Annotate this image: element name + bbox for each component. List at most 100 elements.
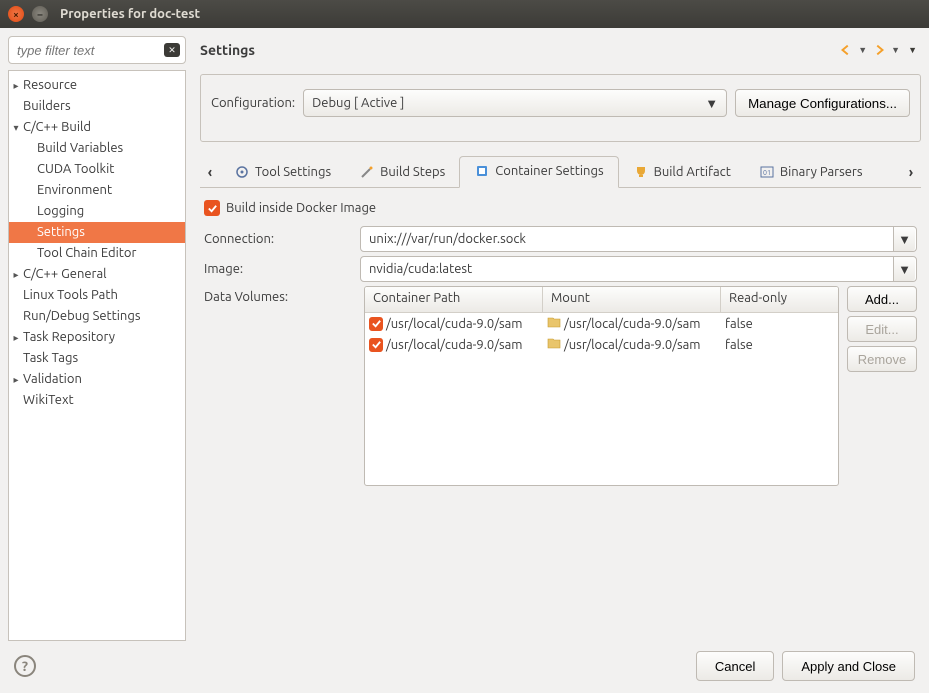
tabs-scroll-left[interactable]: ‹ (200, 164, 220, 180)
cell-container-path: /usr/local/cuda-9.0/sam (386, 338, 523, 352)
container-icon (474, 163, 490, 179)
configuration-select[interactable]: Debug [ Active ] ▼ (303, 89, 727, 117)
tree-item-label: Run/Debug Settings (23, 309, 140, 323)
build-inside-docker-label: Build inside Docker Image (226, 201, 376, 215)
clear-filter-icon[interactable]: ✕ (164, 43, 180, 57)
tree-arrow-icon[interactable]: ▸ (9, 327, 23, 348)
cancel-button[interactable]: Cancel (696, 651, 774, 681)
window-close-button[interactable]: × (8, 6, 24, 22)
add-button[interactable]: Add... (847, 286, 917, 312)
tree-item-settings[interactable]: Settings (9, 222, 185, 243)
chevron-down-icon: ▼ (893, 227, 915, 251)
tree-item-label: Builders (23, 99, 71, 113)
tree-item-label: Task Tags (23, 351, 78, 365)
settings-tree[interactable]: ▸ResourceBuilders▾C/C++ BuildBuild Varia… (8, 70, 186, 641)
tab-tool-settings[interactable]: Tool Settings (220, 158, 345, 188)
help-icon[interactable]: ? (14, 655, 36, 677)
sidebar: ✕ ▸ResourceBuilders▾C/C++ BuildBuild Var… (8, 36, 186, 641)
chevron-down-icon: ▼ (893, 257, 915, 281)
tree-item-label: Build Variables (37, 141, 123, 155)
tree-item-builders[interactable]: Builders (9, 96, 185, 117)
cell-readonly: false (725, 338, 753, 352)
manage-configurations-button[interactable]: Manage Configurations... (735, 89, 910, 117)
tree-item-wikitext[interactable]: WikiText (9, 390, 185, 411)
tree-item-task-tags[interactable]: Task Tags (9, 348, 185, 369)
tree-item-c-c-general[interactable]: ▸C/C++ General (9, 264, 185, 285)
table-row[interactable]: /usr/local/cuda-9.0/sam/usr/local/cuda-9… (365, 313, 838, 334)
tree-item-task-repository[interactable]: ▸Task Repository (9, 327, 185, 348)
view-menu[interactable]: ▼ (908, 45, 917, 55)
tree-item-label: Validation (23, 372, 82, 386)
tree-item-label: Environment (37, 183, 112, 197)
tree-item-linux-tools-path[interactable]: Linux Tools Path (9, 285, 185, 306)
configuration-panel: Configuration: Debug [ Active ] ▼ Manage… (200, 74, 921, 142)
tree-item-label: Resource (23, 78, 77, 92)
tree-item-label: CUDA Toolkit (37, 162, 114, 176)
window-minimize-button[interactable]: – (32, 6, 48, 22)
tree-item-label: WikiText (23, 393, 74, 407)
edit-button[interactable]: Edit... (847, 316, 917, 342)
tree-item-label: C/C++ Build (23, 120, 91, 134)
tree-item-label: Settings (37, 225, 85, 239)
nav-forward-menu[interactable]: ▼ (891, 45, 900, 55)
cell-mount: /usr/local/cuda-9.0/sam (564, 338, 701, 352)
folder-icon (547, 337, 561, 352)
nav-back-menu[interactable]: ▼ (858, 45, 867, 55)
chevron-down-icon: ▼ (705, 96, 718, 111)
tree-arrow-icon[interactable]: ▸ (9, 75, 23, 96)
tree-item-label: Logging (37, 204, 84, 218)
tree-item-validation[interactable]: ▸Validation (9, 369, 185, 390)
tab-label: Build Steps (380, 165, 445, 179)
nav-back-icon[interactable] (838, 42, 854, 58)
apply-and-close-button[interactable]: Apply and Close (782, 651, 915, 681)
configuration-label: Configuration: (211, 96, 295, 110)
trophy-icon (633, 164, 649, 180)
table-row[interactable]: /usr/local/cuda-9.0/sam/usr/local/cuda-9… (365, 334, 838, 355)
tree-arrow-icon[interactable]: ▾ (9, 117, 23, 138)
connection-label: Connection: (204, 232, 360, 246)
tree-item-build-variables[interactable]: Build Variables (9, 138, 185, 159)
image-select[interactable]: nvidia/cuda:latest ▼ (360, 256, 917, 282)
tree-item-logging[interactable]: Logging (9, 201, 185, 222)
tab-build-artifact[interactable]: Build Artifact (619, 158, 745, 188)
tree-item-c-c-build[interactable]: ▾C/C++ Build (9, 117, 185, 138)
tree-item-resource[interactable]: ▸Resource (9, 75, 185, 96)
tabs-scroll-right[interactable]: › (901, 164, 921, 180)
data-volumes-table[interactable]: Container Path Mount Read-only /usr/loca… (364, 286, 839, 486)
titlebar: × – Properties for doc-test (0, 0, 929, 28)
tree-item-tool-chain-editor[interactable]: Tool Chain Editor (9, 243, 185, 264)
connection-select[interactable]: unix:///var/run/docker.sock ▼ (360, 226, 917, 252)
page-title: Settings (200, 42, 838, 58)
folder-icon (547, 316, 561, 331)
data-volumes-label: Data Volumes: (204, 286, 356, 304)
tree-arrow-icon[interactable]: ▸ (9, 264, 23, 285)
tree-item-label: Tool Chain Editor (37, 246, 136, 260)
tab-label: Container Settings (495, 164, 603, 178)
image-label: Image: (204, 262, 360, 276)
tab-binary-parsers[interactable]: 01 Binary Parsers (745, 158, 877, 188)
column-container-path[interactable]: Container Path (365, 287, 543, 312)
cell-readonly: false (725, 317, 753, 331)
window-title: Properties for doc-test (60, 7, 200, 21)
filter-input[interactable] (8, 36, 186, 64)
nav-forward-icon[interactable] (871, 42, 887, 58)
tree-arrow-icon[interactable]: ▸ (9, 369, 23, 390)
build-inside-docker-checkbox[interactable] (204, 200, 220, 216)
column-read-only[interactable]: Read-only (721, 287, 838, 312)
tab-label: Tool Settings (255, 165, 331, 179)
tree-item-run-debug-settings[interactable]: Run/Debug Settings (9, 306, 185, 327)
svg-text:01: 01 (763, 169, 771, 177)
tree-item-label: Task Repository (23, 330, 115, 344)
tab-build-steps[interactable]: Build Steps (345, 158, 459, 188)
remove-button[interactable]: Remove (847, 346, 917, 372)
tab-label: Build Artifact (654, 165, 731, 179)
column-mount[interactable]: Mount (543, 287, 721, 312)
tree-item-environment[interactable]: Environment (9, 180, 185, 201)
tab-label: Binary Parsers (780, 165, 863, 179)
cell-mount: /usr/local/cuda-9.0/sam (564, 317, 701, 331)
cell-container-path: /usr/local/cuda-9.0/sam (386, 317, 523, 331)
tree-item-cuda-toolkit[interactable]: CUDA Toolkit (9, 159, 185, 180)
binary-icon: 01 (759, 164, 775, 180)
tab-container-settings[interactable]: Container Settings (459, 156, 618, 188)
tool-icon (234, 164, 250, 180)
